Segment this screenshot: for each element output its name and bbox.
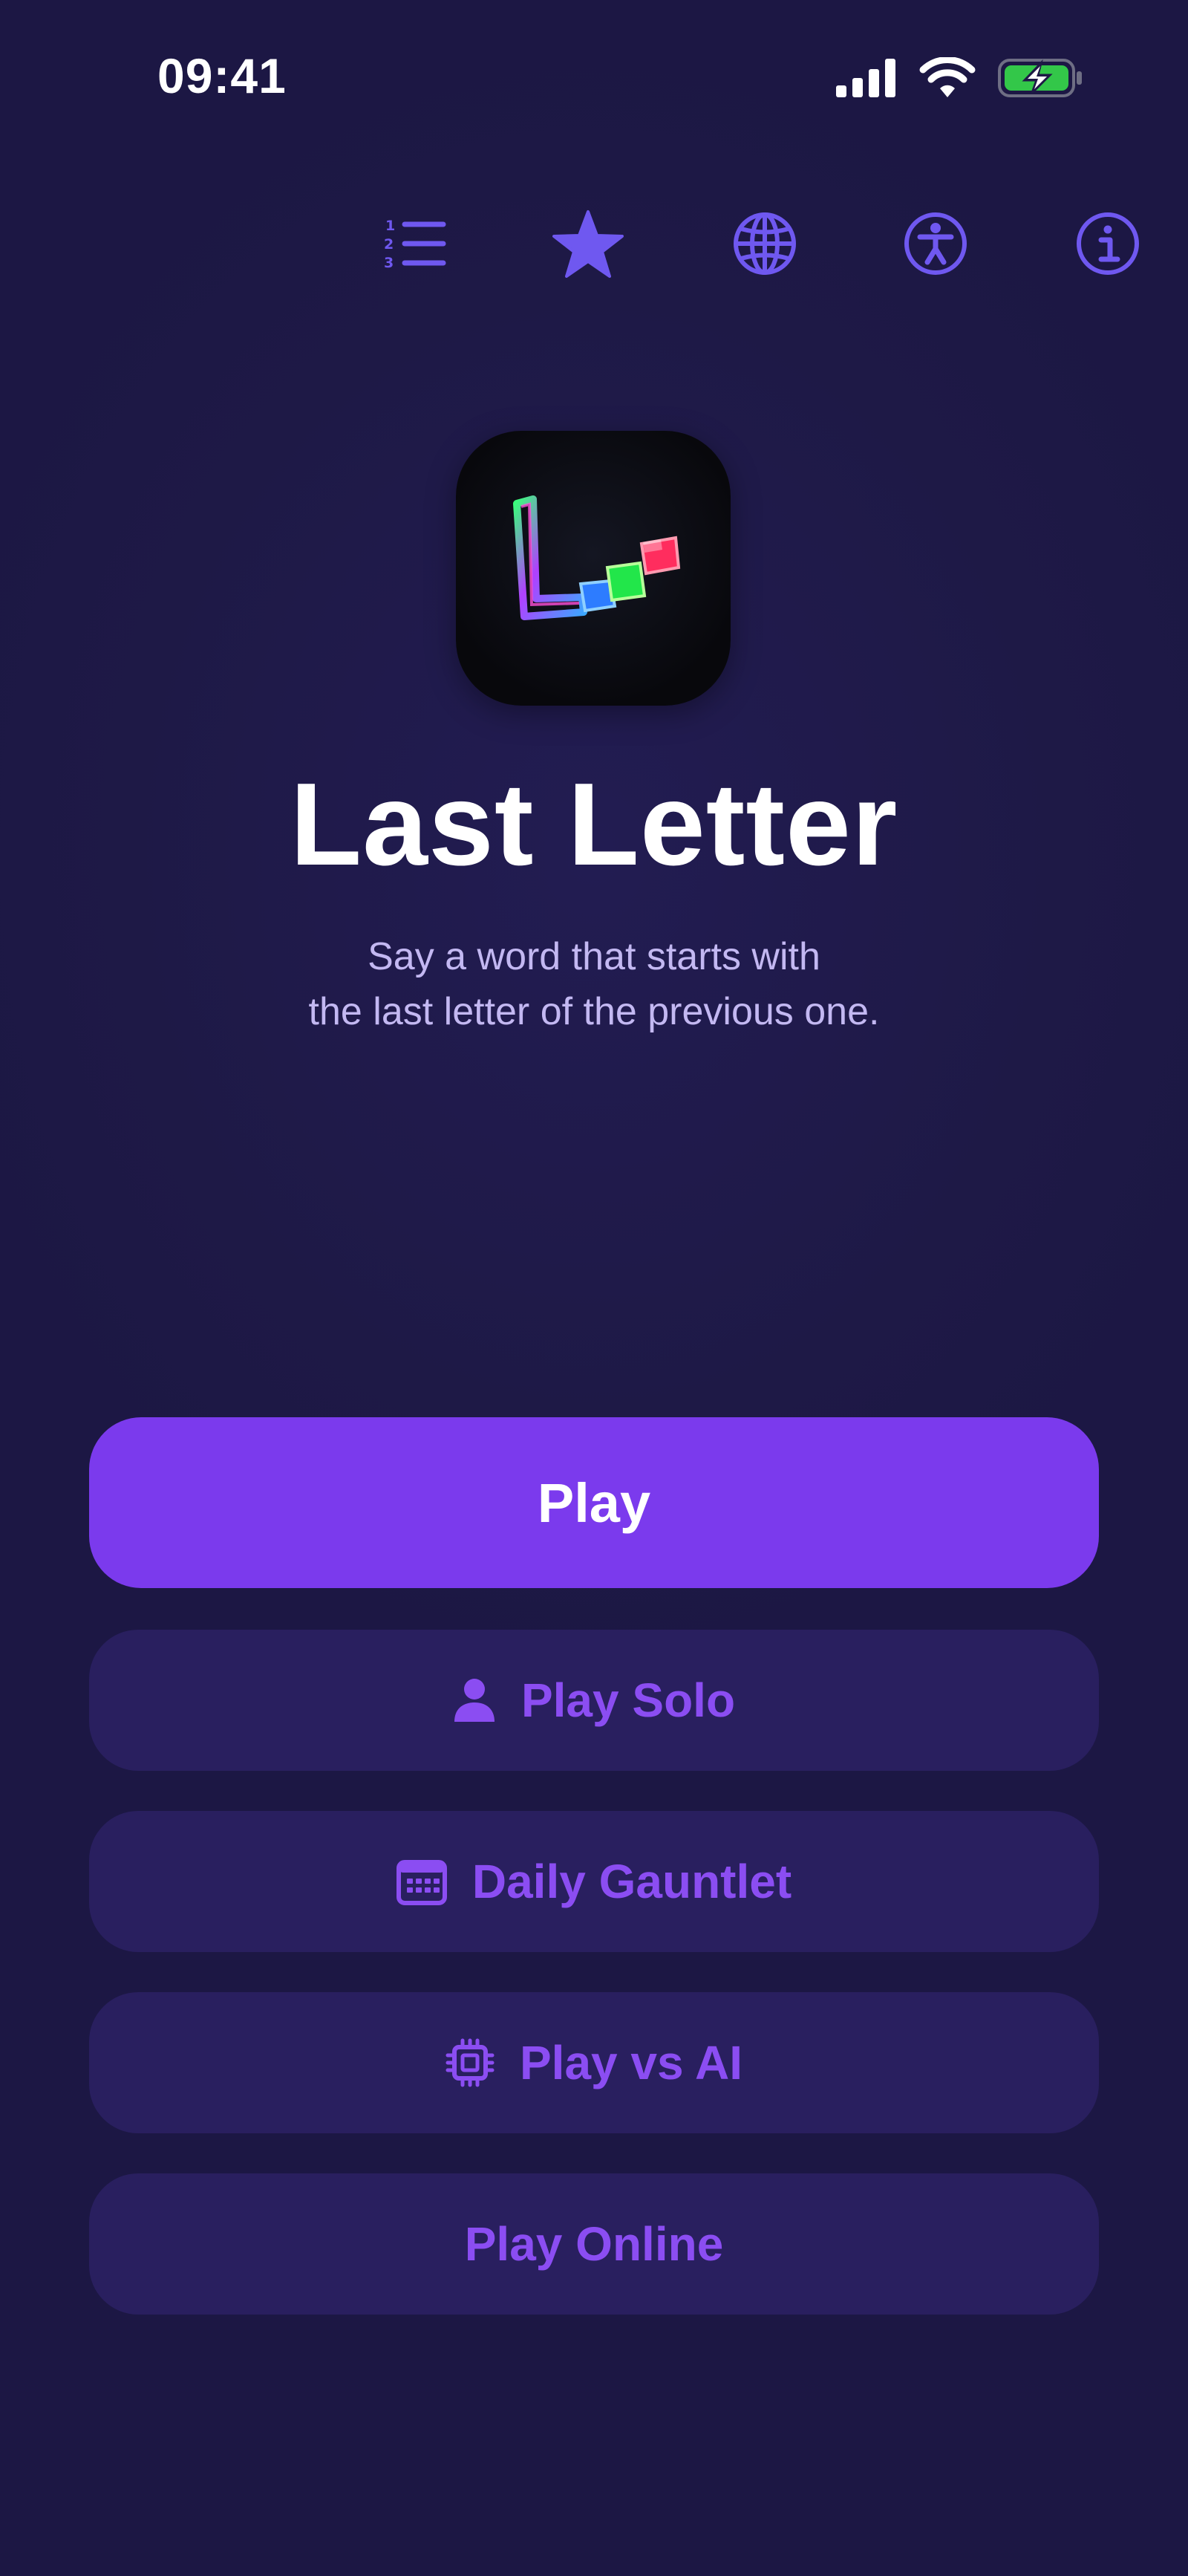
person-icon <box>453 1677 496 1723</box>
globe-icon <box>731 210 798 281</box>
svg-text:3: 3 <box>384 255 394 271</box>
battery-charging-icon <box>998 57 1084 103</box>
cellular-signal-icon <box>836 58 897 101</box>
leaderboard-button[interactable]: 1 2 3 <box>377 208 451 282</box>
play-solo-button[interactable]: Play Solo <box>89 1630 1099 1771</box>
calendar-icon <box>396 1858 447 1905</box>
status-time: 09:41 <box>157 48 287 103</box>
play-solo-label: Play Solo <box>520 1674 736 1727</box>
play-online-label: Play Online <box>464 2217 724 2271</box>
play-vs-ai-label: Play vs AI <box>519 2036 743 2089</box>
wifi-icon <box>919 56 976 103</box>
language-button[interactable] <box>728 208 802 282</box>
favorites-button[interactable] <box>551 208 625 282</box>
daily-gauntlet-button[interactable]: Daily Gauntlet <box>89 1811 1099 1952</box>
play-button[interactable]: Play <box>89 1417 1099 1588</box>
svg-text:2: 2 <box>384 236 394 253</box>
home-screen: 09:41 1 2 3 Last Letter Say a word that … <box>0 0 1188 2576</box>
status-icons <box>836 53 1084 105</box>
svg-text:1: 1 <box>385 218 395 234</box>
subtitle-line-2: the last letter of the previous one. <box>308 990 880 1033</box>
accessibility-button[interactable] <box>898 208 973 282</box>
daily-gauntlet-label: Daily Gauntlet <box>471 1855 792 1908</box>
info-icon <box>1074 210 1141 281</box>
app-title: Last Letter <box>290 759 898 890</box>
accessibility-icon <box>902 210 969 281</box>
app-logo <box>456 431 731 706</box>
info-button[interactable] <box>1071 208 1145 282</box>
cpu-chip-icon <box>446 2038 495 2087</box>
play-vs-ai-button[interactable]: Play vs AI <box>89 1992 1099 2133</box>
star-icon <box>552 209 624 282</box>
subtitle-line-1: Say a word that starts with <box>368 935 820 978</box>
play-online-button[interactable]: Play Online <box>89 2173 1099 2315</box>
leaderboard-icon: 1 2 3 <box>381 215 448 276</box>
play-button-label: Play <box>537 1471 651 1534</box>
